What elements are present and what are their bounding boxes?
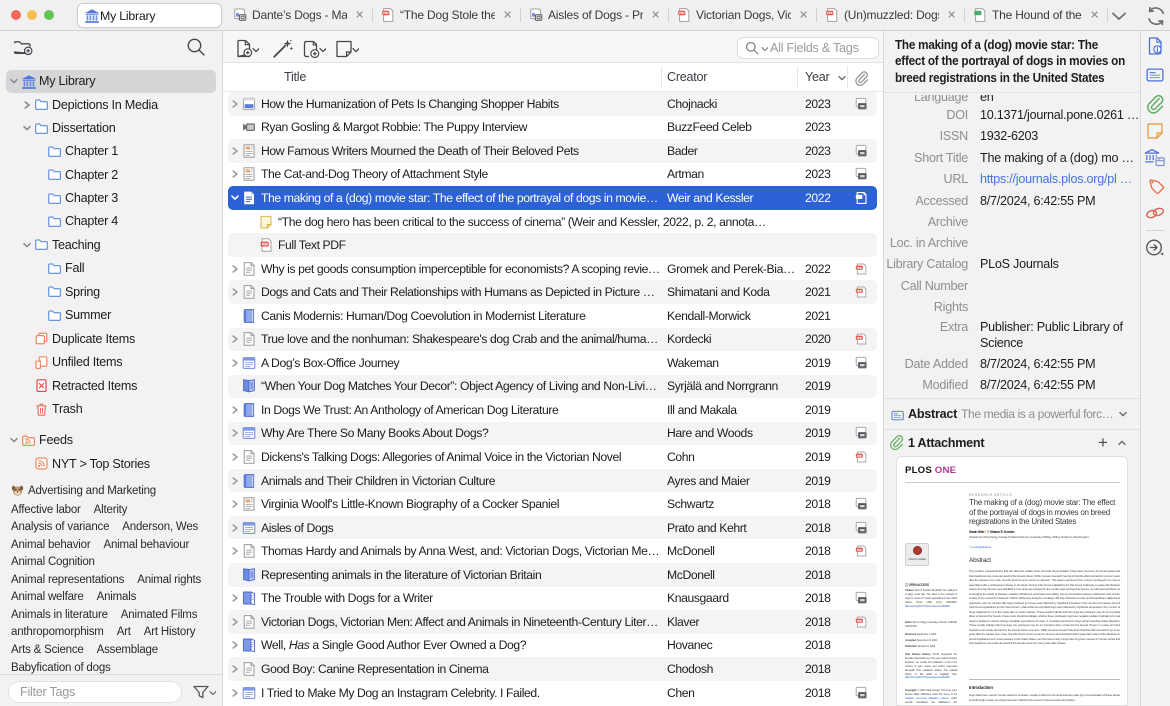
svg-text:PDF: PDF <box>827 11 833 15</box>
svg-text:PDF: PDF <box>857 454 862 458</box>
svg-text:PDF: PDF <box>857 265 862 269</box>
svg-text:PDF: PDF <box>857 289 862 293</box>
svg-text:PDF: PDF <box>857 619 862 623</box>
svg-text:PDF: PDF <box>679 11 685 15</box>
svg-text:PDF: PDF <box>383 11 389 15</box>
svg-text:PDF: PDF <box>857 336 862 340</box>
svg-text:PDF: PDF <box>857 548 862 552</box>
